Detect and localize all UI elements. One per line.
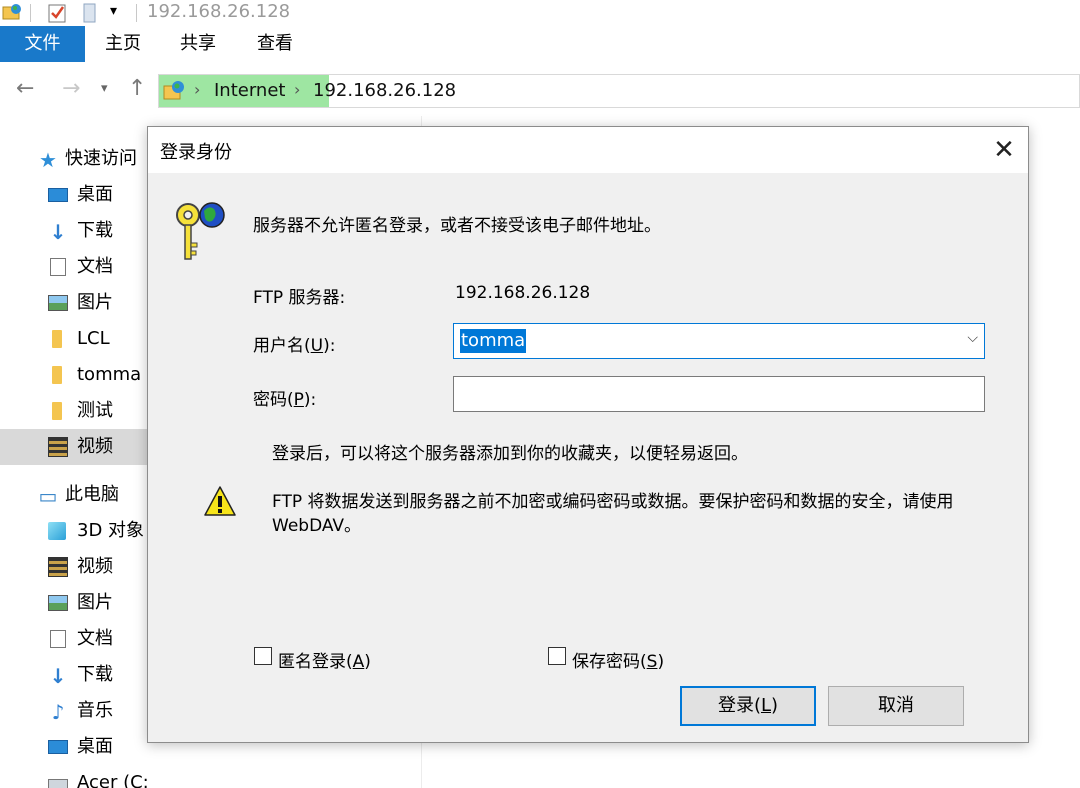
username-combobox[interactable]: tomma ⌵	[453, 323, 985, 359]
document-icon	[50, 630, 66, 648]
nav-item-desktop[interactable]: 桌面	[0, 177, 148, 213]
nav-item-downloads[interactable]: ↓ 下载	[0, 213, 148, 249]
error-message: 服务器不允许匿名登录，或者不接受该电子邮件地址。	[253, 216, 661, 236]
window-title: 192.168.26.128	[147, 1, 291, 22]
breadcrumb-host[interactable]: 192.168.26.128	[313, 80, 456, 101]
nav-item-music[interactable]: ♪ 音乐	[0, 693, 148, 729]
up-arrow-icon[interactable]: ↑	[128, 76, 146, 101]
tab-home[interactable]: 主页	[92, 26, 154, 62]
ftp-folder-icon	[2, 4, 21, 20]
nav-item-pc-downloads[interactable]: ↓ 下载	[0, 657, 148, 693]
close-icon[interactable]: ✕	[984, 131, 1024, 169]
nav-item-tomma[interactable]: tomma	[0, 357, 148, 393]
star-icon: ★	[39, 148, 57, 172]
dialog-title: 登录身份	[160, 142, 232, 163]
tab-file[interactable]: 文件	[0, 26, 85, 62]
address-bar[interactable]: › Internet › 192.168.26.128	[158, 74, 1080, 108]
warning-text-line2: WebDAV。	[272, 516, 362, 536]
ribbon-tabs: 文件 主页 共享 查看	[0, 26, 1080, 67]
music-note-icon: ♪	[51, 700, 65, 724]
toolbar-separator	[30, 4, 31, 22]
nav-item-3d-objects[interactable]: 3D 对象	[0, 513, 148, 549]
navigation-bar: ← → ▾ ↑ › Internet › 192.168.26.128	[0, 66, 1080, 116]
tab-share[interactable]: 共享	[167, 26, 229, 62]
breadcrumb-chevron-icon[interactable]: ›	[194, 80, 200, 99]
nav-item-pc-desktop[interactable]: 桌面	[0, 729, 148, 765]
nav-item-lcl[interactable]: LCL	[0, 321, 148, 357]
chevron-down-icon[interactable]: ⌵	[967, 330, 978, 346]
folder-icon	[52, 402, 62, 420]
window-titlebar: ▾ 192.168.26.128	[0, 0, 1080, 26]
document-icon	[50, 258, 66, 276]
username-value[interactable]: tomma	[460, 329, 527, 353]
customize-toolbar-dropdown-icon[interactable]: ▾	[110, 3, 117, 19]
tab-view[interactable]: 查看	[244, 26, 306, 62]
desktop-icon	[48, 188, 68, 202]
new-folder-icon[interactable]	[82, 2, 98, 24]
properties-icon[interactable]	[47, 2, 69, 24]
nav-item-pc-pictures[interactable]: 图片	[0, 585, 148, 621]
save-password-label[interactable]: 保存密码(S)	[572, 647, 664, 672]
anonymous-login-checkbox[interactable]	[254, 647, 272, 665]
video-icon	[48, 557, 68, 577]
drive-icon	[48, 779, 68, 788]
anonymous-login-label[interactable]: 匿名登录(A)	[278, 647, 371, 672]
video-icon	[48, 437, 68, 457]
network-location-icon	[163, 81, 184, 100]
save-password-checkbox[interactable]	[548, 647, 566, 665]
ftp-server-value: 192.168.26.128	[455, 283, 591, 303]
nav-item-documents[interactable]: 文档	[0, 249, 148, 285]
download-arrow-icon: ↓	[49, 664, 67, 688]
nav-this-pc[interactable]: ▭ 此电脑	[0, 477, 148, 513]
computer-icon: ▭	[38, 484, 58, 508]
login-button[interactable]: 登录(L)	[680, 686, 816, 726]
cancel-button[interactable]: 取消	[828, 686, 964, 726]
login-dialog: 登录身份 ✕ 服务器不允许匿名登录，或者不接受该电子邮件地址。 FTP 服务器:…	[147, 126, 1029, 743]
picture-icon	[48, 595, 68, 611]
nav-item-pc-documents[interactable]: 文档	[0, 621, 148, 657]
forward-arrow-icon[interactable]: →	[62, 76, 80, 101]
download-arrow-icon: ↓	[49, 220, 67, 244]
username-label: 用户名(U):	[253, 336, 336, 356]
folder-icon	[52, 366, 62, 384]
ftp-server-label: FTP 服务器:	[253, 288, 346, 308]
dialog-titlebar: 登录身份 ✕	[148, 127, 1028, 173]
toolbar-separator	[136, 4, 137, 22]
nav-item-test[interactable]: 测试	[0, 393, 148, 429]
nav-item-videos-selected[interactable]: 视频	[0, 429, 148, 465]
nav-item-pc-videos[interactable]: 视频	[0, 549, 148, 585]
key-globe-icon	[176, 202, 225, 260]
back-arrow-icon[interactable]: ←	[16, 76, 34, 101]
cube-icon	[48, 522, 66, 540]
folder-icon	[52, 330, 62, 348]
breadcrumb-internet[interactable]: Internet	[214, 80, 285, 101]
password-field[interactable]	[453, 376, 985, 412]
nav-item-drive-c[interactable]: Acer (C:)	[0, 765, 148, 788]
desktop-icon	[48, 740, 68, 754]
breadcrumb-chevron-icon[interactable]: ›	[294, 80, 300, 99]
warning-text-line1: FTP 将数据发送到服务器之前不加密或编码密码或数据。要保护密码和数据的安全，请…	[272, 492, 954, 512]
favorites-info-text: 登录后，可以将这个服务器添加到你的收藏夹，以便轻易返回。	[272, 444, 748, 464]
recent-locations-chevron-icon[interactable]: ▾	[101, 81, 108, 96]
warning-icon	[204, 486, 236, 516]
nav-quick-access[interactable]: ★ 快速访问	[0, 141, 148, 177]
picture-icon	[48, 295, 68, 311]
password-label: 密码(P):	[253, 390, 317, 410]
nav-item-pictures[interactable]: 图片	[0, 285, 148, 321]
